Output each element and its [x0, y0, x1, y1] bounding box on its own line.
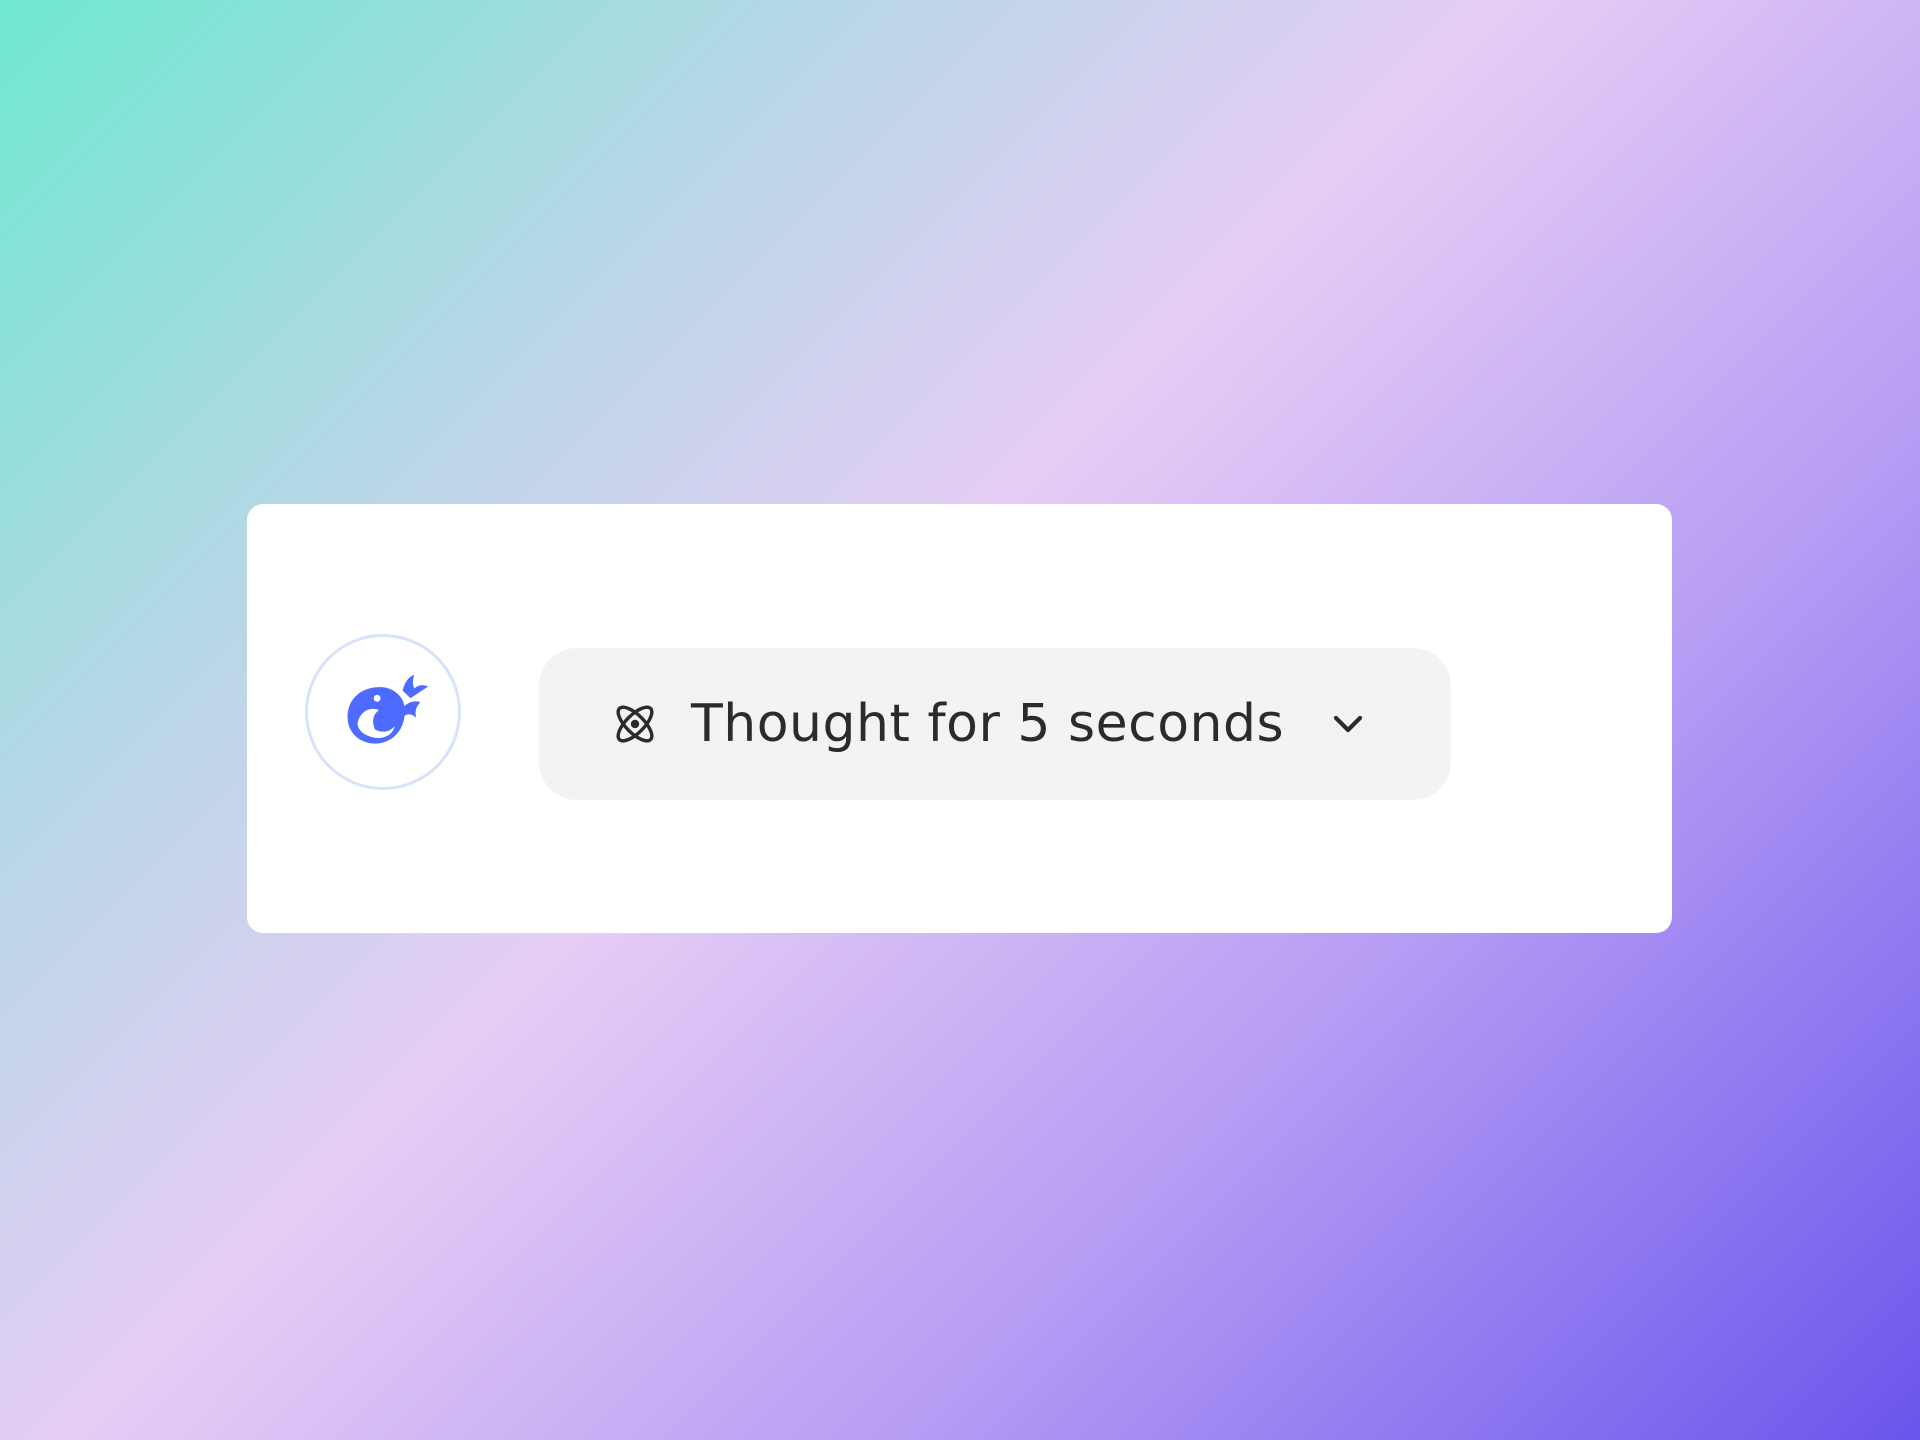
assistant-message-card: Thought for 5 seconds: [247, 504, 1672, 933]
thinking-duration-label: Thought for 5 seconds: [691, 694, 1285, 754]
assistant-avatar: [305, 634, 461, 790]
atom-icon: [609, 698, 661, 750]
chevron-down-icon: [1326, 702, 1370, 746]
thinking-toggle-button[interactable]: Thought for 5 seconds: [539, 648, 1451, 800]
deepseek-whale-icon: [347, 674, 429, 744]
